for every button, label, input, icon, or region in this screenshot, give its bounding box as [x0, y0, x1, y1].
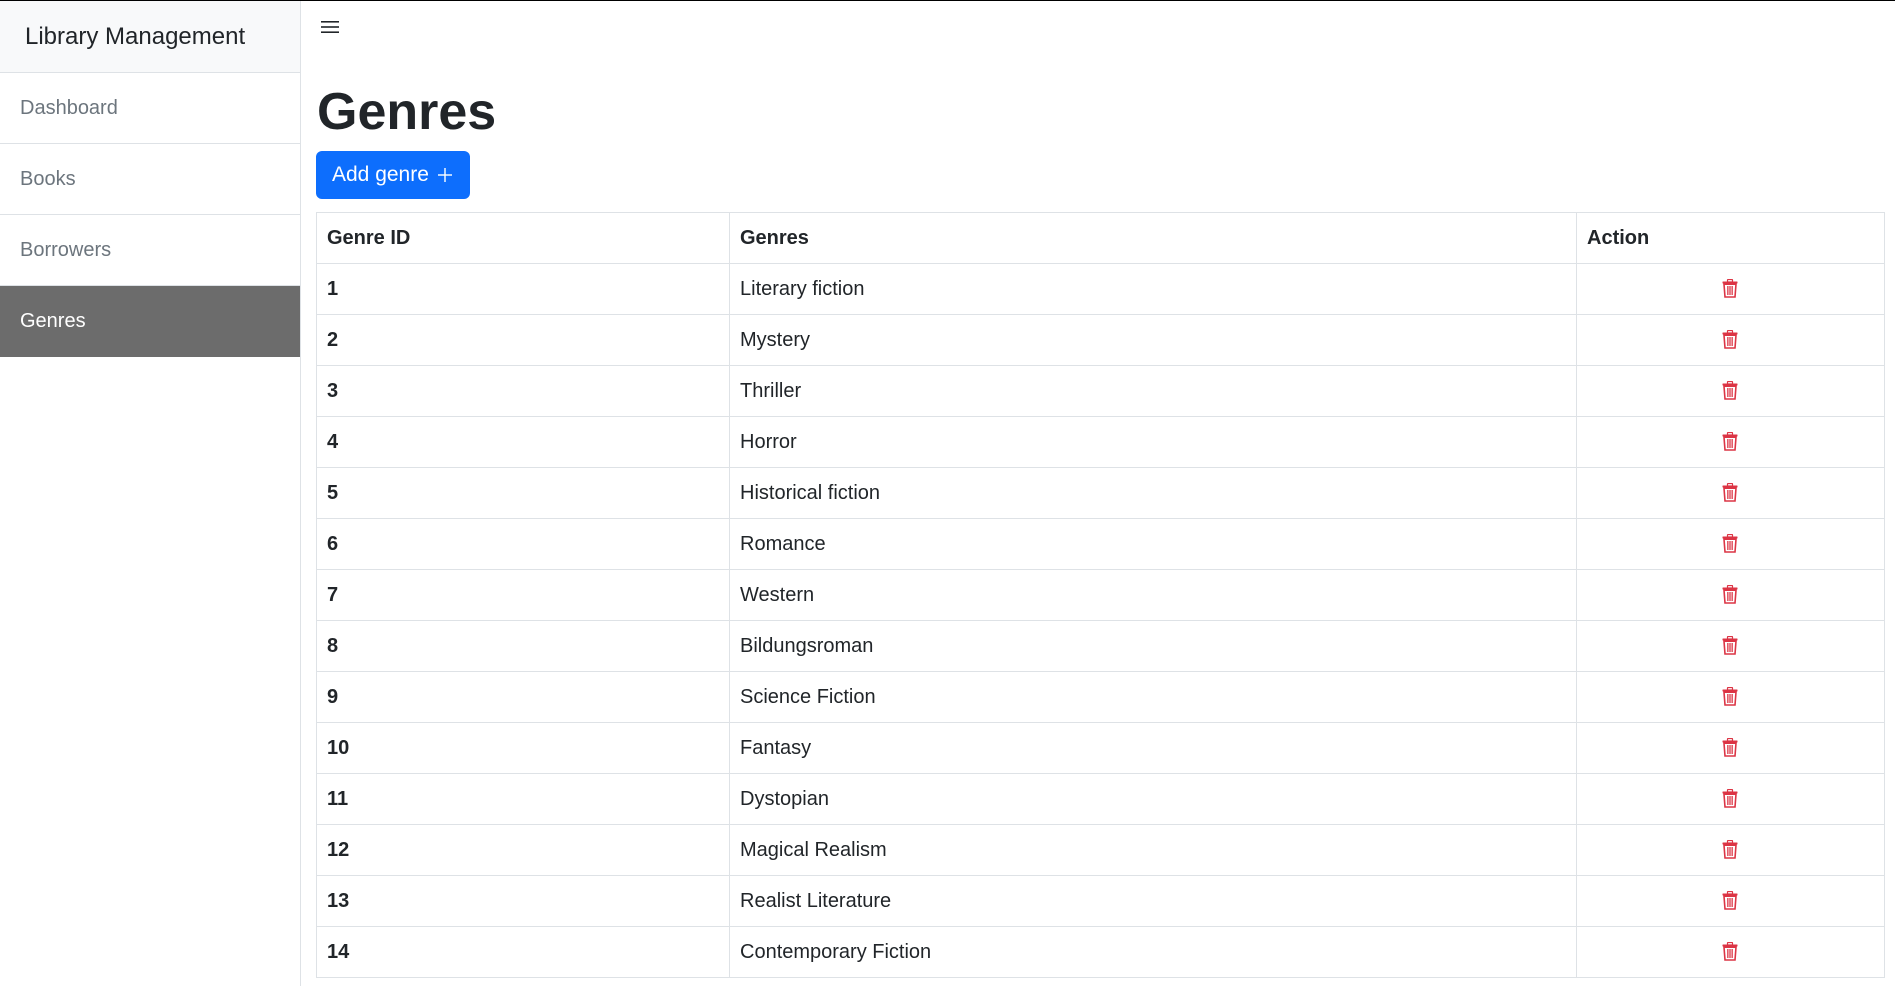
trash-icon[interactable] — [1722, 687, 1740, 707]
genre-name-cell: Western — [729, 569, 1577, 621]
table-body: 1 Literary fiction 2 Mystery 3 Thriller 4 Horro… — [316, 263, 1885, 978]
action-cell — [1576, 620, 1885, 672]
genre-id-cell: 1 — [316, 263, 730, 315]
sidebar-item-books[interactable]: Books — [0, 144, 300, 215]
genres-table: Genre ID Genres Action 1 Literary fiction… — [316, 212, 1885, 978]
genre-name-cell: Romance — [729, 518, 1577, 570]
genre-name-cell: Literary fiction — [729, 263, 1577, 315]
plus-icon — [437, 167, 453, 183]
trash-icon[interactable] — [1722, 789, 1740, 809]
trash-icon[interactable] — [1722, 534, 1740, 554]
table-row: 14 Contemporary Fiction — [316, 926, 1885, 978]
genre-name-cell: Thriller — [729, 365, 1577, 417]
action-cell — [1576, 314, 1885, 366]
table-row: 9 Science Fiction — [316, 671, 1885, 723]
genre-name-cell: Magical Realism — [729, 824, 1577, 876]
column-header-genres: Genres — [729, 212, 1577, 264]
trash-icon[interactable] — [1722, 891, 1740, 911]
genre-name-cell: Contemporary Fiction — [729, 926, 1577, 978]
trash-icon[interactable] — [1722, 585, 1740, 605]
genre-id-cell: 14 — [316, 926, 730, 978]
action-cell — [1576, 824, 1885, 876]
action-cell — [1576, 671, 1885, 723]
trash-icon[interactable] — [1722, 432, 1740, 452]
table-row: 1 Literary fiction — [316, 263, 1885, 315]
trash-icon[interactable] — [1722, 840, 1740, 860]
genre-id-cell: 11 — [316, 773, 730, 825]
action-cell — [1576, 722, 1885, 774]
trash-icon[interactable] — [1722, 381, 1740, 401]
genre-id-cell: 10 — [316, 722, 730, 774]
table-row: 11 Dystopian — [316, 773, 1885, 825]
genre-id-cell: 4 — [316, 416, 730, 468]
add-genre-button-label: Add genre — [332, 163, 429, 186]
action-cell — [1576, 875, 1885, 927]
trash-icon[interactable] — [1722, 483, 1740, 503]
genre-id-cell: 13 — [316, 875, 730, 927]
table-row: 7 Western — [316, 569, 1885, 621]
genre-name-cell: Science Fiction — [729, 671, 1577, 723]
table-header-row: Genre ID Genres Action — [316, 212, 1885, 264]
genre-name-cell: Historical fiction — [729, 467, 1577, 519]
genre-id-cell: 6 — [316, 518, 730, 570]
sidebar-item-borrowers[interactable]: Borrowers — [0, 215, 300, 286]
action-cell — [1576, 926, 1885, 978]
trash-icon[interactable] — [1722, 942, 1740, 962]
trash-icon[interactable] — [1722, 738, 1740, 758]
genre-name-cell: Bildungsroman — [729, 620, 1577, 672]
table-row: 6 Romance — [316, 518, 1885, 570]
genre-id-cell: 3 — [316, 365, 730, 417]
page-title: Genres — [317, 83, 497, 141]
genre-id-cell: 2 — [316, 314, 730, 366]
trash-icon[interactable] — [1722, 636, 1740, 656]
sidebar-item-genres[interactable]: Genres — [0, 286, 300, 357]
genre-id-cell: 7 — [316, 569, 730, 621]
table-row: 4 Horror — [316, 416, 1885, 468]
sidebar-brand[interactable]: Library Management — [0, 1, 300, 73]
action-cell — [1576, 416, 1885, 468]
table-row: 12 Magical Realism — [316, 824, 1885, 876]
action-cell — [1576, 467, 1885, 519]
genre-id-cell: 12 — [316, 824, 730, 876]
trash-icon[interactable] — [1722, 330, 1740, 350]
action-cell — [1576, 263, 1885, 315]
genre-name-cell: Realist Literature — [729, 875, 1577, 927]
column-header-action: Action — [1576, 212, 1885, 264]
genre-name-cell: Horror — [729, 416, 1577, 468]
add-genre-button[interactable]: Add genre — [316, 151, 470, 199]
table-row: 10 Fantasy — [316, 722, 1885, 774]
genres-table-container: Genre ID Genres Action 1 Literary fiction… — [316, 212, 1885, 978]
genre-name-cell: Fantasy — [729, 722, 1577, 774]
action-cell — [1576, 365, 1885, 417]
table-row: 5 Historical fiction — [316, 467, 1885, 519]
table-row: 3 Thriller — [316, 365, 1885, 417]
genre-id-cell: 9 — [316, 671, 730, 723]
genre-id-cell: 8 — [316, 620, 730, 672]
column-header-genre-id: Genre ID — [316, 212, 730, 264]
hamburger-menu-icon[interactable] — [318, 15, 342, 39]
main-content: Genres Add genre Genre ID Genres Action … — [301, 1, 1895, 986]
genre-name-cell: Dystopian — [729, 773, 1577, 825]
app-window: Library Management Dashboard Books Borro… — [0, 0, 1895, 986]
table-row: 2 Mystery — [316, 314, 1885, 366]
sidebar: Library Management Dashboard Books Borro… — [0, 1, 301, 986]
table-row: 13 Realist Literature — [316, 875, 1885, 927]
genre-name-cell: Mystery — [729, 314, 1577, 366]
genre-id-cell: 5 — [316, 467, 730, 519]
action-cell — [1576, 773, 1885, 825]
table-row: 8 Bildungsroman — [316, 620, 1885, 672]
sidebar-item-dashboard[interactable]: Dashboard — [0, 73, 300, 144]
action-cell — [1576, 518, 1885, 570]
trash-icon[interactable] — [1722, 279, 1740, 299]
action-cell — [1576, 569, 1885, 621]
